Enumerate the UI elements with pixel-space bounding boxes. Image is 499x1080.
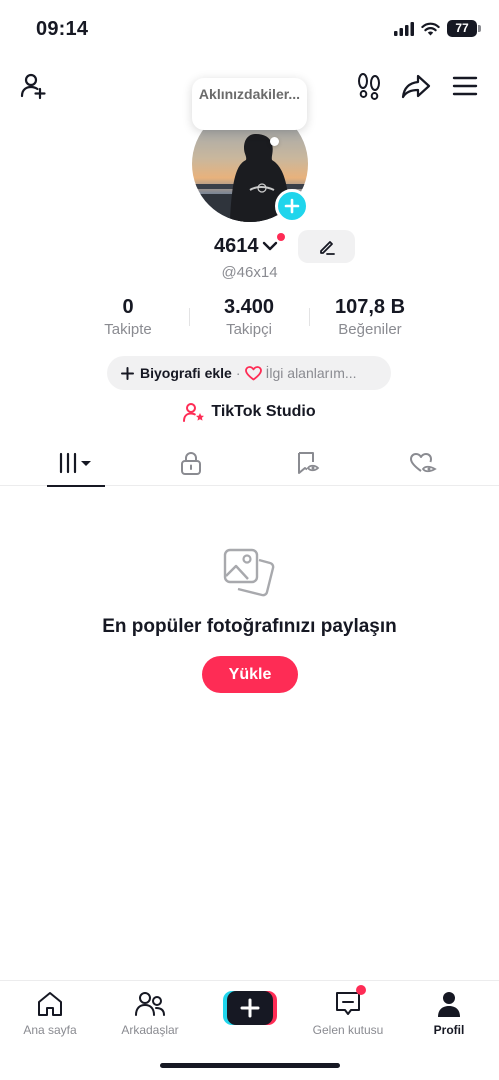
followers-count: 3.400 xyxy=(223,296,275,318)
user-handle: @46x14 xyxy=(221,264,278,281)
create-plus-icon xyxy=(223,991,277,1025)
friends-icon xyxy=(135,992,165,1016)
followers-label: Takipçi xyxy=(226,321,272,338)
likes-count: 107,8 B xyxy=(334,296,406,318)
pencil-icon xyxy=(319,240,335,255)
username-row: 4614 xyxy=(0,232,499,264)
likes-stat[interactable]: 107,8 B Beğeniler xyxy=(324,296,416,338)
thought-bubble[interactable]: Aklınızdakiler... xyxy=(192,78,307,130)
active-tab-indicator xyxy=(47,485,105,487)
heart-eye-icon xyxy=(410,453,437,473)
stat-divider xyxy=(309,308,310,326)
bio-separator: · xyxy=(235,365,241,381)
status-bar: 09:14 77 xyxy=(0,0,499,56)
following-label: Takipte xyxy=(104,321,152,338)
create-button[interactable] xyxy=(223,991,277,1025)
tab-videos[interactable] xyxy=(41,440,111,487)
wifi-icon xyxy=(421,22,440,35)
content-tabs xyxy=(0,440,499,487)
hamburger-menu-icon xyxy=(452,76,478,96)
nav-inbox[interactable]: Gelen kutusu xyxy=(303,985,393,1037)
grid-bars-icon xyxy=(59,452,91,474)
tiktok-studio-label: TikTok Studio xyxy=(211,403,316,420)
status-icons: 77 xyxy=(394,20,481,37)
inbox-notification-dot xyxy=(356,985,366,995)
nav-profile-label: Profil xyxy=(433,1023,465,1037)
tiktok-studio-link[interactable]: TikTok Studio xyxy=(0,400,499,424)
tab-liked[interactable] xyxy=(388,440,458,486)
account-notification-dot xyxy=(277,233,285,241)
chevron-down-icon[interactable] xyxy=(262,240,278,252)
thought-bubble-tail xyxy=(270,137,279,146)
stat-divider xyxy=(189,308,190,326)
menu-button[interactable] xyxy=(447,68,483,104)
battery-indicator: 77 xyxy=(447,20,481,37)
interests-label[interactable]: İlgi alanlarım... xyxy=(266,365,357,381)
add-bio-label[interactable]: Biyografi ekle xyxy=(140,365,232,381)
share-icon xyxy=(401,74,431,99)
add-friend-button[interactable] xyxy=(16,68,52,104)
add-user-icon xyxy=(20,73,46,100)
upload-button[interactable]: Yükle xyxy=(202,656,298,693)
footprints-icon xyxy=(358,73,380,100)
edit-profile-button[interactable] xyxy=(298,230,355,263)
following-count: 0 xyxy=(122,296,134,318)
nav-home[interactable]: Ana sayfa xyxy=(5,989,95,1037)
add-story-button[interactable] xyxy=(275,189,309,223)
home-icon xyxy=(38,992,62,1016)
likes-label: Beğeniler xyxy=(338,321,402,338)
share-profile-button[interactable] xyxy=(398,68,434,104)
status-time: 09:14 xyxy=(36,18,89,40)
tab-private[interactable] xyxy=(156,440,226,486)
nav-inbox-label: Gelen kutusu xyxy=(312,1023,384,1037)
nav-friends[interactable]: Arkadaşlar xyxy=(105,989,195,1037)
bookmark-eye-icon xyxy=(298,452,320,474)
profile-icon xyxy=(438,992,460,1017)
followers-stat[interactable]: 3.400 Takipçi xyxy=(204,296,294,338)
studio-user-star-icon xyxy=(183,403,205,422)
following-stat[interactable]: 0 Takipte xyxy=(88,296,168,338)
nav-profile[interactable]: Profil xyxy=(404,989,494,1037)
empty-state-title: En popüler fotoğrafınızı paylaşın xyxy=(102,616,397,637)
tab-saved[interactable] xyxy=(273,440,343,486)
bio-interests-pill[interactable]: Biyografi ekle · İlgi alanlarım... xyxy=(107,356,391,390)
home-indicator xyxy=(160,1063,340,1068)
username[interactable]: 4614 xyxy=(214,235,259,258)
heart-icon xyxy=(244,365,262,380)
plus-icon xyxy=(121,366,134,380)
plus-icon xyxy=(284,198,300,214)
nav-friends-label: Arkadaşlar xyxy=(121,1023,179,1037)
profile-views-button[interactable] xyxy=(351,68,387,104)
lock-icon xyxy=(181,452,201,475)
photos-icon xyxy=(223,548,275,597)
profile-stats: 0 Takipte 3.400 Takipçi 107,8 B Beğenile… xyxy=(0,296,499,342)
signal-icon xyxy=(394,21,414,36)
nav-home-label: Ana sayfa xyxy=(23,1023,77,1037)
